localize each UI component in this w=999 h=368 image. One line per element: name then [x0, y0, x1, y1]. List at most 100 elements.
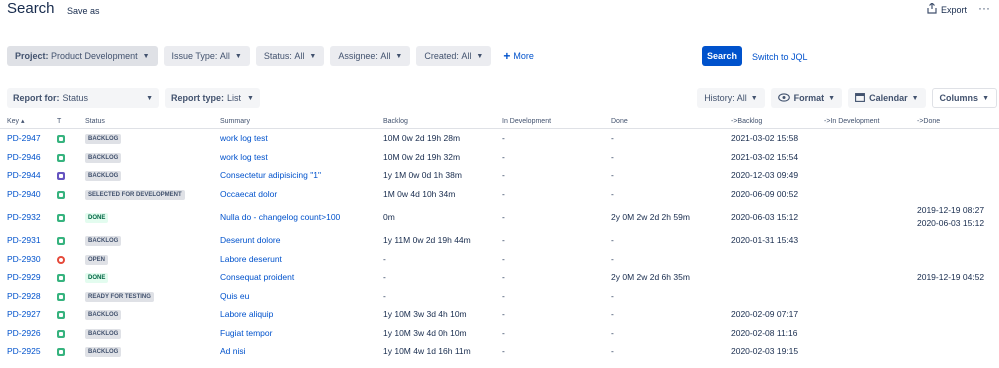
format-button[interactable]: Format ▼	[770, 88, 843, 108]
switch-to-jql-link[interactable]: Switch to JQL	[752, 52, 808, 62]
issue-key-link[interactable]: PD-2927	[7, 309, 41, 319]
issue-type-cell	[50, 305, 78, 324]
issue-key-link[interactable]: PD-2926	[7, 328, 41, 338]
done-cell: -	[611, 188, 614, 199]
columns-button[interactable]: Columns ▼	[931, 88, 997, 108]
column-header-in-development[interactable]: In Development	[495, 114, 604, 129]
backlog-cell: 0m	[383, 212, 395, 222]
summary-cell[interactable]: Ad nisi	[213, 342, 376, 361]
issue-key-link[interactable]: PD-2947	[7, 133, 41, 143]
calendar-button[interactable]: Calendar ▼	[848, 88, 926, 108]
table-row[interactable]: PD-2928 READY FOR TESTING Quis eu - - -	[0, 287, 999, 306]
summary-cell[interactable]: Nulla do - changelog count>100	[213, 203, 376, 231]
issue-key-link[interactable]: PD-2944	[7, 170, 41, 180]
filter-label: Issue Type:	[171, 51, 218, 61]
in-development-cell: -	[502, 253, 505, 264]
report-type-label: Report type:	[171, 93, 225, 103]
to-in-development-cell	[817, 250, 910, 269]
summary-cell[interactable]: Labore aliquip	[213, 305, 376, 324]
table-row[interactable]: PD-2926 BACKLOG Fugiat tempor 1y 10M 3w 4d …	[0, 324, 999, 343]
save-as-button[interactable]: Save as	[67, 6, 100, 16]
export-button[interactable]: Export	[927, 2, 967, 16]
summary-cell[interactable]: work log test	[213, 129, 376, 148]
summary-cell[interactable]: Deserunt dolore	[213, 231, 376, 250]
issue-key-cell: PD-2926	[0, 324, 50, 343]
more-actions-button[interactable]: ···	[978, 1, 990, 15]
done-cell: -	[611, 170, 614, 181]
backlog-cell: 10M 0w 2d 19h 32m	[383, 151, 461, 162]
column-header-backlog[interactable]: Backlog	[376, 114, 495, 129]
column-header-to-backlog[interactable]: ->Backlog	[724, 114, 817, 129]
issue-key-link[interactable]: PD-2928	[7, 291, 41, 301]
column-header-key[interactable]: Key ▴	[0, 114, 50, 129]
issue-key-link[interactable]: PD-2925	[7, 346, 41, 356]
assignee-filter[interactable]: Assignee: All ▼	[330, 46, 411, 66]
to-done-cell	[910, 287, 999, 306]
chevron-down-icon: ▼	[309, 52, 317, 60]
to-in-development-cell	[817, 324, 910, 343]
table-row[interactable]: PD-2929 DONE Consequat proident - -2y 0M 2w …	[0, 268, 999, 287]
to-backlog-cell: 2020-02-08 11:16	[731, 327, 798, 338]
table-row[interactable]: PD-2946 BACKLOG work log test 10M 0w 2d 19h…	[0, 148, 999, 167]
issue-key-link[interactable]: PD-2930	[7, 254, 41, 264]
status-filter[interactable]: Status: All ▼	[255, 46, 325, 66]
done-cell: 2y 0M 2w 2d 2h 59m	[611, 212, 690, 222]
export-label: Export	[940, 4, 967, 15]
column-header-to-in-development[interactable]: ->In Development	[817, 114, 910, 129]
status-badge: BACKLOG	[85, 134, 122, 145]
table-row[interactable]: PD-2944 BACKLOG Consectetur adipisicing "1…	[0, 166, 999, 185]
backlog-cell: 10M 0w 2d 19h 28m	[383, 133, 461, 144]
story-icon	[57, 135, 65, 143]
table-row[interactable]: PD-2940 SELECTED FOR DEVELOPMENT Occaecat …	[0, 185, 999, 204]
column-header-summary[interactable]: Summary	[213, 114, 376, 129]
view-controls: History: All ▼ Format ▼ Calendar ▼ Columns ▼	[697, 88, 997, 108]
done-cell: -	[611, 309, 614, 320]
issue-type-filter[interactable]: Issue Type: All ▼	[163, 46, 250, 66]
to-in-development-cell	[817, 231, 910, 250]
status-badge: BACKLOG	[85, 310, 122, 321]
story-icon	[57, 348, 65, 356]
issue-type-cell	[50, 231, 78, 250]
history-select[interactable]: History: All ▼	[697, 88, 765, 108]
issue-key-link[interactable]: PD-2929	[7, 272, 41, 282]
summary-cell[interactable]: Consectetur adipisicing "1"	[213, 166, 376, 185]
backlog-cell: 1y 10M 3w 4d 0h 10m	[383, 327, 467, 338]
summary-cell[interactable]: Fugiat tempor	[213, 324, 376, 343]
table-row[interactable]: PD-2947 BACKLOG work log test 10M 0w 2d 19h…	[0, 129, 999, 148]
status-cell: BACKLOG	[78, 129, 213, 148]
done-cell: 2y 0M 2w 2d 6h 35m	[611, 272, 690, 283]
to-backlog-cell: 2020-02-03 19:15	[731, 346, 799, 357]
issue-key-link[interactable]: PD-2940	[7, 189, 41, 199]
to-in-development-cell	[817, 342, 910, 361]
in-development-cell: -	[502, 272, 505, 283]
column-header-status[interactable]: Status	[78, 114, 213, 129]
column-header-done[interactable]: Done	[604, 114, 724, 129]
to-backlog-cell: 2020-01-31 15:43	[731, 235, 799, 246]
summary-cell[interactable]: Quis eu	[213, 287, 376, 306]
chevron-down-icon: ▼	[476, 52, 484, 60]
status-badge: DONE	[85, 213, 109, 223]
story-icon	[57, 237, 65, 245]
issue-key-link[interactable]: PD-2932	[7, 212, 41, 222]
summary-cell[interactable]: work log test	[213, 148, 376, 167]
summary-cell[interactable]: Occaecat dolor	[213, 185, 376, 204]
calendar-icon	[855, 92, 866, 104]
report-type-select[interactable]: Report type: List ▼	[165, 88, 260, 108]
issue-type-cell	[50, 166, 78, 185]
project-filter[interactable]: Project: Product Development ▼	[7, 46, 158, 66]
created-filter[interactable]: Created: All ▼	[416, 46, 492, 66]
table-row[interactable]: PD-2925 BACKLOG Ad nisi 1y 10M 4w 1d 16h 11…	[0, 342, 999, 361]
table-row[interactable]: PD-2932 DONE Nulla do - changelog count>10…	[0, 203, 999, 231]
issue-key-link[interactable]: PD-2931	[7, 235, 41, 245]
more-filters-button[interactable]: + More	[497, 46, 540, 66]
column-header-to-done[interactable]: ->Done	[910, 114, 999, 129]
column-header-type[interactable]: T	[50, 114, 78, 129]
summary-cell[interactable]: Labore deserunt	[213, 250, 376, 269]
search-button[interactable]: Search	[702, 46, 742, 66]
issue-key-link[interactable]: PD-2946	[7, 152, 41, 162]
table-row[interactable]: PD-2931 BACKLOG Deserunt dolore 1y 11M 0w 2…	[0, 231, 999, 250]
table-row[interactable]: PD-2927 BACKLOG Labore aliquip 1y 10M 3w 3d…	[0, 305, 999, 324]
summary-cell[interactable]: Consequat proident	[213, 268, 376, 287]
table-row[interactable]: PD-2930 OPEN Labore deserunt - - -	[0, 250, 999, 269]
report-for-select[interactable]: Report for: Status ▼	[7, 88, 159, 108]
